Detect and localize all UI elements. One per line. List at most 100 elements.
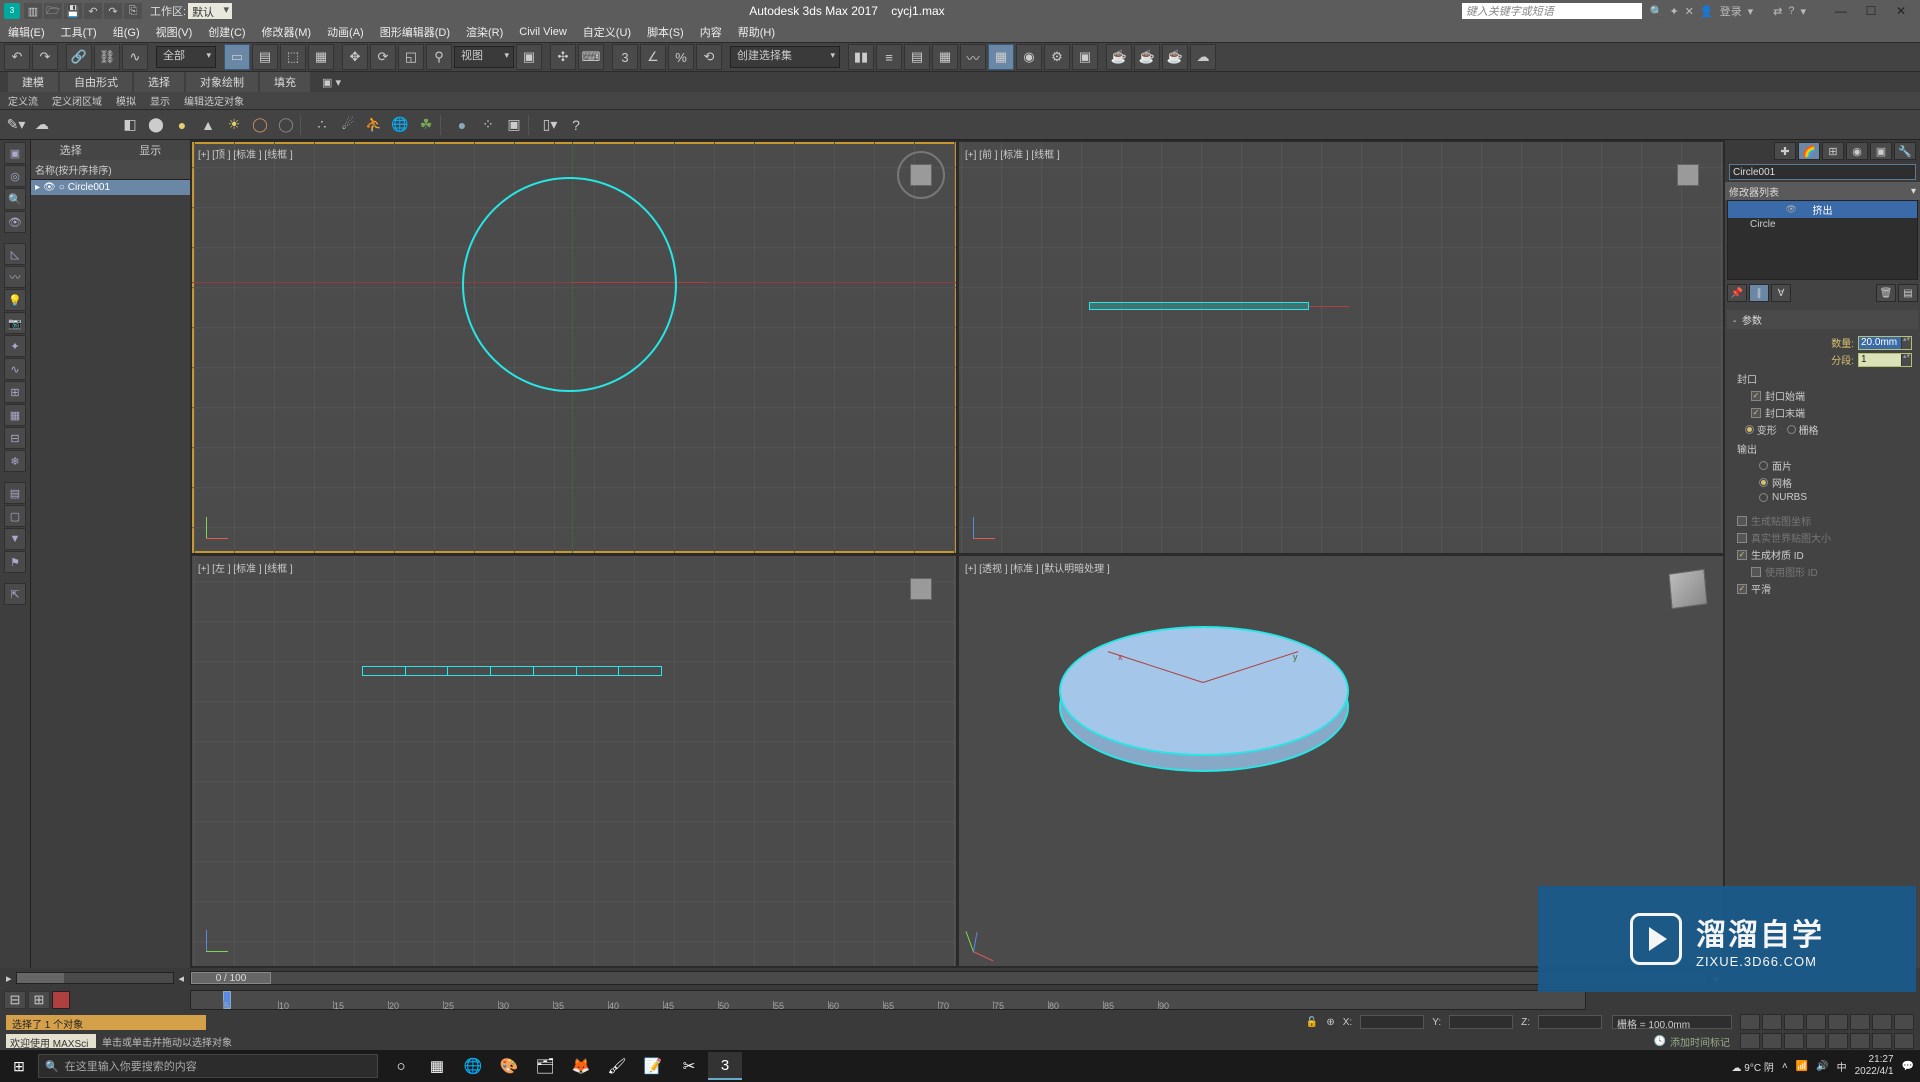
se-sort-header[interactable]: 名称(按升序排序) [31,160,190,180]
modifier-list-combo[interactable]: 修改器列表▾ [1725,182,1920,200]
sphere2-icon[interactable]: ● [450,113,474,137]
timeline-ruler[interactable]: 51015202530354045505560657075808590 [190,990,1586,1010]
search-go-icon[interactable]: 🔍 [1650,5,1664,18]
menu-content[interactable]: 内容 [692,24,730,40]
zoom-extents-all-button[interactable] [1806,1033,1826,1049]
rendered-frame-button[interactable]: ▣ [1072,44,1098,70]
qat-redo-icon[interactable]: ↷ [104,3,122,19]
menu-edit[interactable]: 编辑(E) [0,24,53,40]
qat-open-icon[interactable]: 🗁 [44,3,62,19]
expand-tracks-icon[interactable]: ▸ [6,972,12,985]
coord-y-input[interactable] [1449,1015,1513,1029]
modifier-stack[interactable]: 👁 挤出 Circle [1727,200,1918,280]
globe-icon[interactable]: 🌐 [388,113,412,137]
move-button[interactable]: ✥ [342,44,368,70]
link-button[interactable]: 🔗 [66,44,92,70]
help2-icon[interactable]: ? [564,113,588,137]
layer-explorer-button[interactable]: ▤ [904,44,930,70]
tube-icon[interactable]: ◯ [274,113,298,137]
taskbar-app-edge[interactable]: 🌐 [456,1052,490,1080]
exchange-icon[interactable]: ✕ [1685,5,1694,18]
viewport-left[interactable]: [+] [左 ] [标准 ] [线框 ] [192,556,956,967]
cp-display-tab[interactable]: ▣ [1870,142,1892,160]
named-selection-combo[interactable]: 创建选择集 [730,46,840,68]
scale-button[interactable]: ◱ [398,44,424,70]
subscription-icon[interactable]: ✦ [1669,5,1678,18]
render-prod-button[interactable]: ☕ [1106,44,1132,70]
workspace-combo[interactable]: 默认 [188,3,232,19]
se-view-icon[interactable]: 👁 [4,211,26,233]
qat-new-icon[interactable]: ▥ [24,3,42,19]
se-filter-e-icon[interactable]: ⇱ [4,583,26,605]
stack-item-extrude[interactable]: 👁 挤出 [1728,201,1917,218]
object-name-input[interactable] [1729,164,1916,180]
se-filter-b-icon[interactable]: ▢ [4,505,26,527]
se-filter-group-icon[interactable]: ▦ [4,404,26,426]
se-filter-bone-icon[interactable]: ⊞ [4,381,26,403]
render-online-button[interactable]: ☁ [1190,44,1216,70]
snap-toggle-button[interactable]: 3 [612,44,638,70]
amount-spinner[interactable]: 20.0mm▴▾ [1858,336,1912,350]
max-toggle-button[interactable] [1894,1033,1914,1049]
se-expand-icon[interactable]: ▸ [35,182,40,193]
placement-button[interactable]: ⚲ [426,44,452,70]
cap-end-checkbox[interactable] [1751,408,1761,418]
fov-button[interactable] [1828,1033,1848,1049]
ribbon-tab-freeform[interactable]: 自由形式 [60,72,132,92]
se-filter-geom-icon[interactable]: ◺ [4,243,26,265]
cp-modify-tab[interactable]: 🌈 [1798,142,1820,160]
se-filter-spacewarp-icon[interactable]: ∿ [4,358,26,380]
menu-rendering[interactable]: 渲染(R) [458,24,511,40]
taskbar-app-store[interactable]: ▦ [420,1052,454,1080]
keyboard-shortcut-button[interactable]: ⌨ [578,44,604,70]
taskbar-search[interactable]: 🔍 在这里输入你要搜索的内容 [38,1054,378,1078]
cp-create-tab[interactable]: ✚ [1774,142,1796,160]
toggle-ribbon-button[interactable]: ▦ [932,44,958,70]
bind-spacewarp-button[interactable]: ∿ [122,44,148,70]
menu-tools[interactable]: 工具(T) [53,24,105,40]
tray-clock[interactable]: 21:27 2022/4/1 [1855,1054,1894,1078]
select-object-button[interactable]: ▭ [224,44,250,70]
make-unique-button[interactable]: ∀ [1771,284,1791,302]
se-tab-select[interactable]: 选择 [31,140,111,160]
taskbar-app-paint[interactable]: 🎨 [492,1052,526,1080]
time-slider-track[interactable]: 0 / 100 [190,971,1708,985]
output-nurbs-radio[interactable] [1759,493,1768,502]
menu-animation[interactable]: 动画(A) [319,24,372,40]
viewport-top[interactable]: [+] [顶 ] [标准 ] [线框 ] [192,142,956,553]
vp-front-label[interactable]: [+] [前 ] [标准 ] [线框 ] [965,146,1060,161]
goto-end-button[interactable] [1828,1014,1848,1030]
favorites-icon[interactable]: ⇄ [1773,5,1782,18]
start-button[interactable]: ⊞ [0,1058,38,1075]
rotate-button[interactable]: ⟳ [370,44,396,70]
goto-start-button[interactable] [1740,1014,1760,1030]
vp-front-viewcube[interactable] [1663,150,1713,200]
vp-top-viewcube[interactable] [896,150,946,200]
taskbar-app-explorer[interactable]: 🗂 [528,1052,562,1080]
percent-snap-button[interactable]: % [668,44,694,70]
ribbon-tab-modeling[interactable]: 建模 [8,72,58,92]
sphere-icon[interactable]: ● [170,113,194,137]
time-slider-thumb[interactable]: 0 / 100 [191,972,271,984]
se-filter-light-icon[interactable]: 💡 [4,289,26,311]
se-filter-shape-icon[interactable]: 〰 [4,266,26,288]
tray-volume-icon[interactable]: 🔊 [1816,1061,1828,1072]
vp-top-label[interactable]: [+] [顶 ] [标准 ] [线框 ] [198,146,293,161]
safe-frame-icon[interactable]: ▣ [502,113,526,137]
menu-maxscript[interactable]: 脚本(S) [639,24,692,40]
grid-radio[interactable] [1787,425,1796,434]
ref-coord-combo[interactable]: 视图 [454,46,514,68]
minimize-button[interactable]: — [1826,4,1856,18]
zoom-all-button[interactable] [1762,1033,1782,1049]
login-label[interactable]: 登录 [1720,3,1742,19]
se-filter-frozen-icon[interactable]: ❄ [4,450,26,472]
set-key-mode-icon[interactable]: ⊟ [4,991,26,1009]
ribbon-tab-populate[interactable]: 填充 [260,72,310,92]
tray-ime-icon[interactable]: 中 [1837,1059,1847,1074]
particles-icon[interactable]: ∴ [310,113,334,137]
output-mesh-radio[interactable] [1759,478,1768,487]
menu-customize[interactable]: 自定义(U) [575,24,639,40]
morph-radio[interactable] [1745,425,1754,434]
vp-left-label[interactable]: [+] [左 ] [标准 ] [线框 ] [198,560,293,575]
key-filters-icon[interactable]: ⊞ [28,991,50,1009]
